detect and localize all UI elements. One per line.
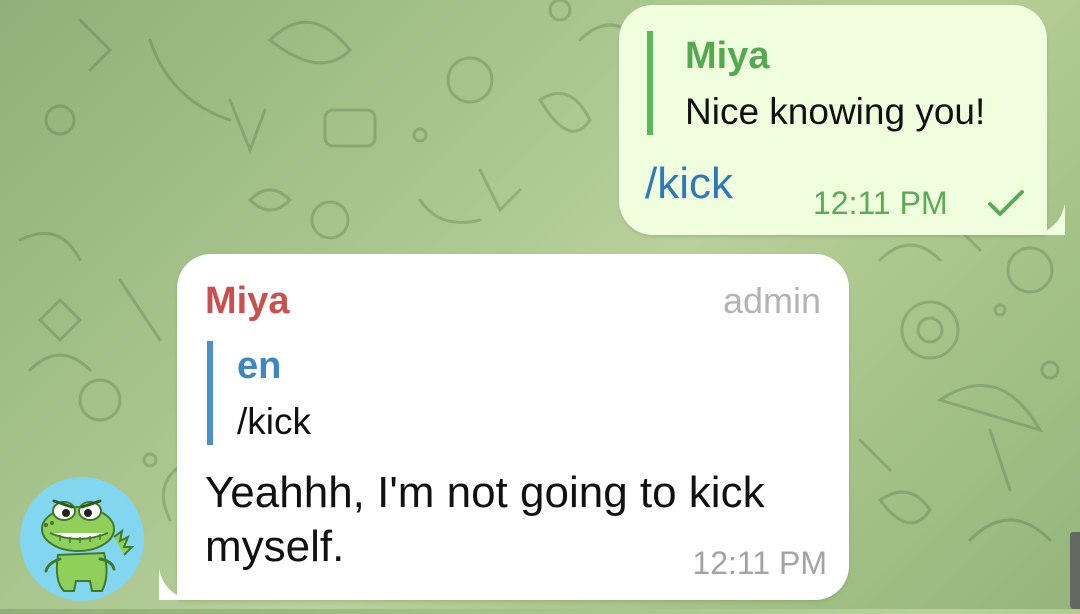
scrollbar[interactable] [1070,532,1080,609]
reply-preview-text: /kick [237,401,311,442]
reply-quote[interactable]: en /kick [207,341,311,445]
bubble-tail [159,570,189,600]
green-dinosaur-avatar-icon [41,499,135,592]
reply-preview-text: Nice knowing you! [685,91,986,132]
message-timestamp: 12:11 PM [813,185,948,221]
sender-avatar[interactable] [20,477,144,601]
reply-quote[interactable]: Miya Nice knowing you! [647,31,985,135]
reply-sender-name: Miya [685,35,770,77]
bubble-tail [1035,205,1065,235]
outgoing-message-bubble[interactable]: Miya Nice knowing you! /kick 12:11 PM [619,5,1047,235]
sender-role-badge: admin [722,280,821,321]
sender-name[interactable]: Miya [205,280,289,323]
reply-sender-name: en [237,345,282,387]
incoming-message-bubble[interactable]: Miya admin en /kick Yeahhh, I'm not goin… [177,254,849,600]
bot-command-link[interactable]: /kick [645,159,733,209]
single-check-icon [988,190,1024,216]
message-timestamp: 12:11 PM [692,545,827,581]
